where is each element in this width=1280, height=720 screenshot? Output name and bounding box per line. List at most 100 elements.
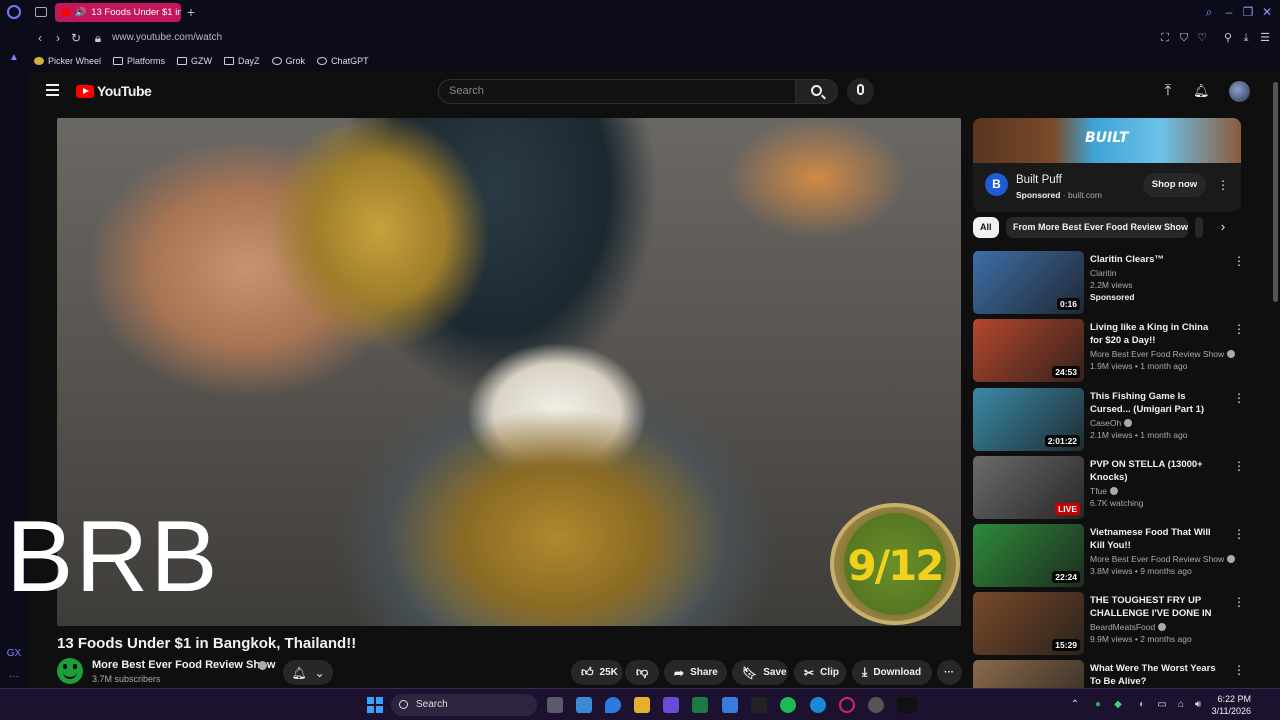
recommendation-title[interactable]: THE TOUGHEST FRY UP CHALLENGE I'VE DONE … [1090,594,1222,621]
recommendation-channel[interactable]: CaseOh [1090,418,1133,428]
opera-logo-icon[interactable] [7,5,21,19]
recommendation-thumbnail[interactable]: 0:16 [973,251,1084,314]
recommendation-channel[interactable]: More Best Ever Food Review Show [1090,349,1236,359]
clip-button[interactable]: ✂ Clip [794,660,846,685]
opera-gx-icon[interactable] [839,697,855,713]
edge-icon[interactable] [810,697,826,713]
bookmark-dayz[interactable]: DayZ [224,56,260,66]
recommendation-item[interactable]: 15:29 THE TOUGHEST FRY UP CHALLENGE I'VE … [973,592,1248,656]
recommendation-title[interactable]: What Were The Worst Years To Be Alive? [1090,662,1222,688]
recommendation-title[interactable]: Living like a King in China for $20 a Da… [1090,321,1222,347]
recommendation-thumbnail[interactable]: LIVE [973,456,1084,519]
account-avatar[interactable] [1229,81,1250,102]
bookmark-chatgpt[interactable]: ChatGPT [317,56,369,66]
clock-time[interactable]: 6:22 PM [1213,694,1251,704]
forward-button[interactable]: › [51,30,65,46]
obs-icon[interactable] [868,697,884,713]
recommendation-title[interactable]: PVP ON STELLA (13000+ Knocks) [1090,458,1222,484]
recommendation-item[interactable]: 22:24 Vietnamese Food That Will Kill You!… [973,524,1248,588]
youtube-logo[interactable]: YouTube [76,83,152,99]
recommendation-channel[interactable]: More Best Ever Food Review Show [1090,554,1236,564]
tray-app2-icon[interactable]: ◐ [1136,698,1148,712]
notifications-bell-icon[interactable]: 🔔︎ [1193,83,1210,99]
reload-button[interactable]: ↻ [69,30,83,46]
tray-xbox-icon[interactable]: ● [1092,698,1104,712]
tray-app3-icon[interactable]: ▭ [1156,698,1168,712]
more-vertical-icon[interactable]: ⋮ [1233,662,1245,678]
subscription-notify-button[interactable]: 🔔︎ ⌄ [283,660,333,685]
tray-chevron-up-icon[interactable]: ⌃ [1069,698,1081,712]
share-button[interactable]: ➦ Share [664,660,727,685]
shield-icon[interactable]: ⛉ [1177,31,1191,45]
recommendation-channel[interactable]: Claritin [1090,268,1116,278]
search-input[interactable]: Search [438,79,796,104]
new-tab-button[interactable]: + [184,4,198,20]
maximize-button[interactable]: ❐ [1241,4,1255,20]
recommendation-title[interactable]: This Fishing Game Is Cursed... (Umigari … [1090,390,1222,416]
more-vertical-icon[interactable]: ⋮ [1233,321,1245,337]
account-icon[interactable]: ⚲ [1221,31,1235,45]
photos-app-icon[interactable] [576,697,592,713]
channel-name[interactable]: More Best Ever Food Review Show [92,659,275,671]
more-vertical-icon[interactable]: ⋮ [1233,390,1245,406]
menu-icon[interactable]: ☰ [1258,31,1272,45]
more-vertical-icon[interactable]: ⋮ [1233,526,1245,542]
recommendation-channel[interactable]: Tfue [1090,486,1119,496]
dwt-app-icon[interactable] [897,697,917,713]
notepad-icon[interactable] [722,697,738,713]
more-vertical-icon[interactable]: ⋮ [1233,458,1245,474]
bookmark-grok[interactable]: Grok [271,56,305,66]
search-button[interactable] [795,79,838,104]
more-vertical-icon[interactable]: ⋮ [1233,594,1245,610]
recommendation-item[interactable]: 2:01:22 This Fishing Game Is Cursed... (U… [973,388,1248,452]
search-tabs-icon[interactable]: ⌕ [1202,4,1216,20]
page-scrollbar[interactable] [1273,82,1278,302]
taskbar-search-input[interactable]: Search [391,694,537,716]
apps-grid-icon[interactable] [663,697,679,713]
recommendation-thumbnail[interactable]: 24:53 [973,319,1084,382]
minimize-button[interactable]: – [1222,4,1236,20]
tray-volume-icon[interactable]: 🔊︎ [1192,698,1204,712]
bookmark-picker-wheel[interactable]: Picker Wheel [34,56,101,66]
capcut-icon[interactable] [751,697,767,713]
spotify-icon[interactable] [780,697,796,713]
voice-search-button[interactable] [847,78,874,105]
save-button[interactable]: 🔖︎ Save [732,660,788,685]
bookmark-platforms[interactable]: Platforms [113,56,165,66]
recommendation-thumbnail[interactable]: 22:24 [973,524,1084,587]
task-view-icon[interactable] [547,697,563,713]
tray-app-icon[interactable]: ◆ [1112,698,1124,712]
ad-banner[interactable]: BUILT [973,118,1241,163]
create-upload-icon[interactable]: ⤒ [1161,83,1175,99]
ad-title[interactable]: Built Puff [1016,174,1062,186]
windows-start-icon[interactable] [367,697,383,713]
tray-network-icon[interactable]: ⌂ [1175,698,1187,712]
dislike-button[interactable]: 👎︎ [625,660,659,685]
recommendation-thumbnail[interactable]: 2:01:22 [973,388,1084,451]
sponsored-ad-card[interactable]: BUILT B Built Puff Sponsored · built.com… [973,118,1241,212]
back-button[interactable]: ‹ [33,30,47,46]
sidebar-more-icon[interactable]: ··· [6,671,22,685]
chevron-right-icon[interactable]: › [1218,220,1228,234]
download-button[interactable]: ⤓ Download [852,660,932,685]
recommendation-item[interactable]: LIVE PVP ON STELLA (13000+ Knocks) Tfue 6.7… [973,456,1248,520]
recommendation-item[interactable]: 0:16 Claritin Clears™ Claritin 2.2M views Sp… [973,251,1248,315]
chip-from-channel[interactable]: From More Best Ever Food Review Show [1006,217,1188,238]
url-field[interactable]: www.youtube.com/watch [112,32,222,43]
like-button[interactable]: 👍︎ 25K [571,660,623,685]
shop-now-button[interactable]: Shop now [1143,173,1206,197]
droplet-app-icon[interactable] [605,697,621,713]
more-vertical-icon[interactable]: ⋮ [1217,176,1229,194]
channel-avatar[interactable] [57,658,83,684]
tab-menu-icon[interactable] [35,7,47,17]
tab-active[interactable]: 🔊 13 Foods Under $1 in B [55,3,181,22]
recommendation-thumbnail[interactable] [973,660,1084,688]
recommendation-item[interactable]: What Were The Worst Years To Be Alive? ⋮ [973,660,1248,688]
recommendation-title[interactable]: Vietnamese Food That Will Kill You!! [1090,526,1222,552]
more-actions-button[interactable]: ··· [937,660,962,685]
file-explorer-icon[interactable] [634,697,650,713]
guide-menu-icon[interactable] [46,84,59,96]
heart-icon[interactable]: ♡ [1195,31,1209,45]
chip-all[interactable]: All [973,217,999,238]
lock-icon[interactable]: 🔒︎ [91,30,105,46]
